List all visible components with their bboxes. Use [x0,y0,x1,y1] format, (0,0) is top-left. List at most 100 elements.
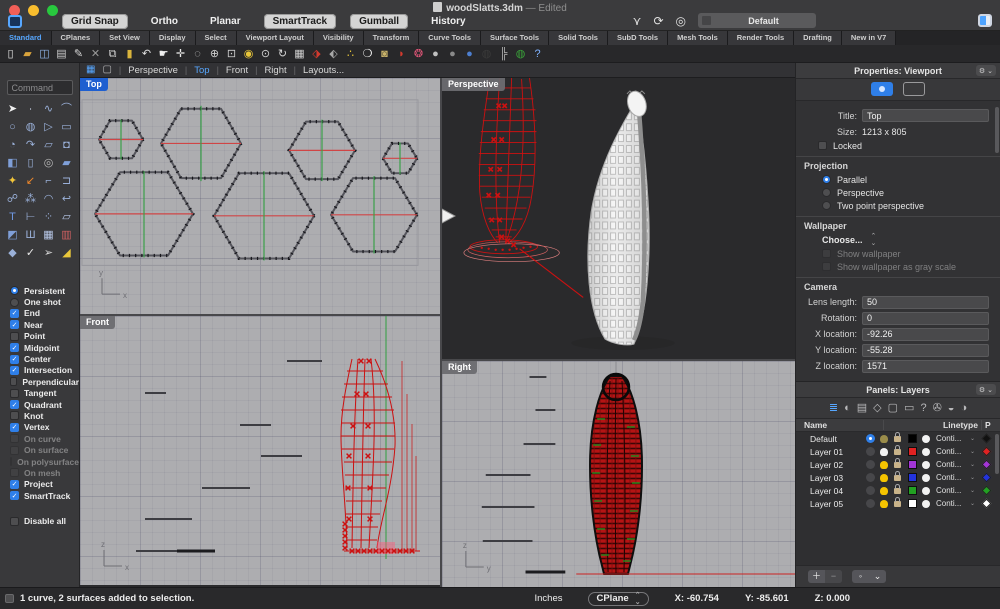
dimension-tool-icon[interactable]: ⊢ [22,209,40,225]
move-icon[interactable]: ✛ [172,46,189,62]
sphere-b-icon[interactable]: ● [444,46,461,62]
viewport-perspective-badge[interactable]: Perspective [442,78,505,91]
tab-mesh-tools[interactable]: Mesh Tools [668,31,728,45]
layer-row-layer-01[interactable]: Layer 01Conti...⌄ [796,445,1000,458]
layer-linetype[interactable]: Conti... [936,434,970,443]
blend-tool-icon[interactable]: ↷ [22,137,40,153]
box-edit-icon[interactable]: ◇ [873,401,881,415]
column-name[interactable]: Name [796,420,884,430]
knife-tool-icon[interactable]: ◆ [4,245,22,261]
viewport-grid-icon[interactable]: ▦ [86,64,95,76]
checkbox-icon[interactable]: ✓ [10,480,19,489]
column-print[interactable]: P [982,420,1000,430]
layer-lock-icon[interactable] [894,436,901,442]
viewport-maximize-icon[interactable]: ▢ [102,64,111,76]
radio-icon[interactable] [822,201,831,210]
layer-material-icon[interactable] [922,500,930,508]
layer-color-swatch[interactable] [908,486,917,495]
bend-tool-icon[interactable]: ⌐ [40,173,58,189]
layer-linetype[interactable]: Conti... [936,473,970,482]
layers-icon[interactable]: ≣ [829,401,838,415]
parallelogram-tool-icon[interactable]: ▱ [58,209,76,225]
properties-scrollbar[interactable] [995,107,999,153]
layer-name[interactable]: Layer 03 [796,473,866,483]
layer-linetype[interactable]: Conti... [936,499,970,508]
radio-icon[interactable] [822,188,831,197]
tab-viewport-layout[interactable]: Viewport Layout [237,31,314,45]
layer-name[interactable]: Default [796,434,866,444]
layer-filter-dropdown[interactable]: ⌄ [869,570,886,583]
cylinder-tool-icon[interactable]: ▯ [22,155,40,171]
zoom-window-icon[interactable]: ⊡ [223,46,240,62]
top-view-canvas[interactable]: y x [80,78,440,314]
topbar-smarttrack-button[interactable]: SmartTrack [264,14,336,29]
command-input[interactable] [7,80,73,95]
rhino-logo-icon[interactable] [8,15,22,28]
column-linetype[interactable]: Linetype [940,420,982,430]
checkbox-icon[interactable] [10,457,12,466]
viewport-top[interactable]: Top [80,78,440,316]
zoom-in-icon[interactable]: ⊕ [206,46,223,62]
layer-row-layer-04[interactable]: Layer 04Conti...⌄ [796,484,1000,497]
osnap-smarttrack[interactable]: ✓SmartTrack [10,490,79,501]
text-tool-icon[interactable]: T [4,209,22,225]
hook-tool-icon[interactable]: ↩ [58,191,76,207]
perspective-view-canvas[interactable] [442,78,795,359]
viewport-tab-right[interactable]: Right [264,65,286,76]
layer-visibility-bulb-icon[interactable] [880,461,888,469]
zoom-lens-icon[interactable]: ◉ [240,46,257,62]
lamp-icon[interactable]: ❍ [359,46,376,62]
layer-lock-icon[interactable] [894,501,901,507]
radio-icon[interactable] [822,175,831,184]
osnap-disable-all-row[interactable]: Disable all [10,515,79,526]
layer-lock-icon[interactable] [894,449,901,455]
sphere-a-icon[interactable]: ● [427,46,444,62]
rotate-view-icon[interactable]: ↻ [274,46,291,62]
wireframe-display-icon[interactable]: ⬗ [308,46,325,62]
layer-linetype[interactable]: Conti... [936,486,970,495]
raytrace-icon[interactable]: ◍ [478,46,495,62]
grid-tool-icon[interactable]: ▦ [40,227,58,243]
libraries-icon[interactable]: ✇ [933,401,942,415]
surface-tool-icon[interactable]: ▱ [40,137,58,153]
point-tool-icon[interactable]: ∙ [22,101,40,117]
layer-current-radio[interactable] [866,486,875,495]
object-properties-icon[interactable] [903,82,925,96]
layer-lock-icon[interactable] [894,488,901,494]
tab-drafting[interactable]: Drafting [794,31,842,45]
pushpin-tool-icon[interactable]: ✦ [4,173,22,189]
viewport-tab-perspective[interactable]: Perspective [128,65,178,76]
projection-perspective[interactable]: Perspective [822,186,1000,199]
pipe-tool-icon[interactable]: ◠ [40,191,58,207]
circle-tool-icon[interactable]: ○ [4,119,22,135]
layer-color-swatch[interactable] [908,447,917,456]
page-icon[interactable]: ▢ [888,401,898,415]
layers-gear-button[interactable]: ⚙⌄ [976,384,996,395]
checkbox-icon[interactable] [822,249,831,258]
osnap-knot[interactable]: Knot [10,410,79,421]
solid-box-tool-icon[interactable]: ◩ [4,227,22,243]
pointcloud-tool-icon[interactable]: ⁘ [40,209,58,225]
layer-visibility-bulb-icon[interactable] [880,435,888,443]
checkbox-icon[interactable]: ✓ [10,423,19,432]
layer-print-color[interactable] [982,486,992,496]
locked-checkbox-box[interactable] [818,141,827,150]
layer-visibility-bulb-icon[interactable] [880,500,888,508]
sidebar-toggle-icon[interactable] [978,14,992,27]
viewport-layout-icon[interactable]: ▦ [291,46,308,62]
layer-print-color[interactable] [982,460,992,470]
layer-filter-icon[interactable]: ◦ [852,570,869,583]
remove-layer-button[interactable]: − [825,570,842,583]
arc-tool-icon[interactable]: ⌒ [58,101,76,117]
radio-icon[interactable] [10,286,19,295]
tab-standard[interactable]: Standard [0,31,52,45]
osnap-point[interactable]: Point [10,331,79,342]
viewport-tab-front[interactable]: Front [226,65,248,76]
checkbox-icon[interactable]: ✓ [10,355,19,364]
object-hierarchy-icon[interactable]: ╠ [495,46,512,62]
comb-tool-icon[interactable]: Ш [22,227,40,243]
osnap-near[interactable]: ✓Near [10,319,79,330]
checkbox-icon[interactable] [10,377,17,386]
rectangle-tool-icon[interactable]: ▭ [58,119,76,135]
checkbox-icon[interactable]: ✓ [10,491,19,500]
